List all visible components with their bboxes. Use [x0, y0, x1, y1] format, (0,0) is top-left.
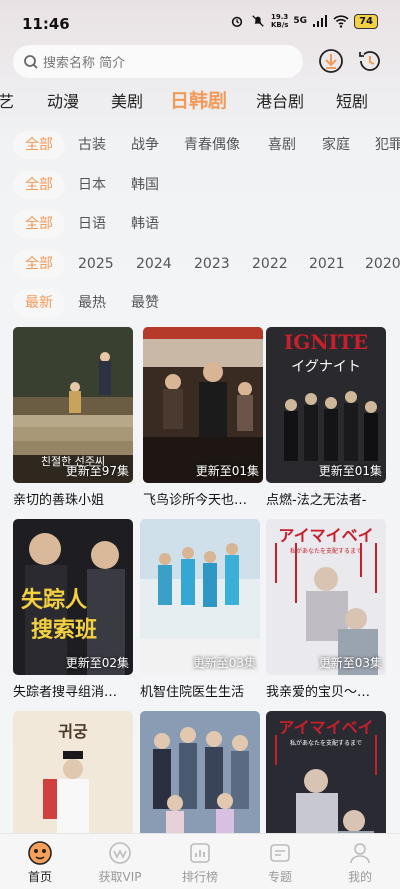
signal-label: 5G [293, 16, 308, 26]
svg-text:アイマイベイ: アイマイベイ [278, 526, 373, 545]
drama-card[interactable]: 失踪人 搜索班 更新至02集 失踪者搜寻组消… [13, 519, 133, 700]
poster-image: IGNITE イグナイト 更新至01集 [266, 327, 386, 483]
nav-label: 我的 [347, 870, 372, 884]
status-bar: 11:46 19.3 KB/s 5G 74 [0, 0, 400, 46]
net-speed: 19.3 KB/s [270, 13, 289, 29]
card-title: 我亲爱的宝贝～… [266, 685, 371, 700]
sort-chip-latest[interactable]: 最新 [13, 289, 65, 317]
language-filter-row: 全部 日语 韩语 [13, 210, 400, 238]
drama-card[interactable]: 更新至01集 飞鸟诊所今天也… [143, 327, 263, 508]
episode-badge: 更新至03集 [192, 656, 256, 670]
card-title: 点燃-法之无法者- [266, 493, 367, 508]
region-filter-row: 全部 日本 韩国 [13, 171, 400, 199]
svg-text:귀궁: 귀궁 [58, 722, 88, 741]
drama-card[interactable]: 更新至03集 机智住院医生生活 [140, 519, 260, 700]
sort-filter-row: 最新 最热 最赞 [13, 289, 400, 317]
tab-hk-tw-drama[interactable]: 港台剧 [256, 88, 304, 112]
genre-chip-all[interactable]: 全部 [13, 131, 65, 159]
region-chip[interactable]: 韩国 [131, 171, 159, 199]
download-icon[interactable] [317, 47, 345, 75]
wifi-icon [333, 15, 349, 28]
svg-text:私があなたを支配するまで: 私があなたを支配するまで [290, 739, 362, 747]
nav-label: 获取VIP [98, 870, 142, 884]
sort-chip-hot[interactable]: 最热 [78, 289, 106, 317]
history-icon[interactable] [356, 47, 384, 75]
drama-card[interactable]: アイマイベイ 私があなたを支配するまで 更新至03集 我亲爱的宝贝～… [266, 519, 386, 700]
svg-text:IGNITE: IGNITE [284, 330, 368, 354]
genre-chip[interactable]: 青春偶像 [184, 131, 240, 159]
tab-anime[interactable]: 动漫 [47, 88, 79, 112]
svg-text:私があなたを支配するまで: 私があなたを支配するまで [290, 547, 362, 555]
language-chip-all[interactable]: 全部 [13, 210, 65, 238]
nav-profile[interactable]: 我的 [320, 840, 400, 885]
language-chip[interactable]: 韩语 [131, 210, 159, 238]
region-chip[interactable]: 日本 [78, 171, 106, 199]
nav-label: 首页 [27, 870, 52, 884]
svg-text:イグナイト: イグナイト [291, 359, 361, 375]
year-chip[interactable]: 2023 [194, 250, 230, 278]
status-time: 11:46 [22, 15, 70, 33]
nav-label: 排行榜 [181, 870, 218, 884]
poster-image: アイマイベイ 私があなたを支配するまで 更新至03集 [266, 519, 386, 675]
signal-icon [313, 15, 328, 27]
drama-card[interactable]: IGNITE イグナイト 更新至01集 点燃-法之无法者- [266, 327, 386, 508]
language-chip[interactable]: 日语 [78, 210, 106, 238]
home-icon [28, 841, 52, 865]
category-tabs: 艺 动漫 美剧 日韩剧 港台剧 短剧 [0, 88, 400, 116]
episode-badge: 更新至01集 [195, 464, 259, 478]
ranking-icon [190, 843, 210, 863]
episode-badge: 更新至02集 [65, 656, 129, 670]
year-chip[interactable]: 2025 [78, 250, 114, 278]
nav-topic[interactable]: 专题 [240, 840, 320, 885]
episode-badge: 更新至03集 [318, 656, 382, 670]
region-chip-all[interactable]: 全部 [13, 171, 65, 199]
search-icon [24, 54, 38, 69]
tab-jp-kr-drama[interactable]: 日韩剧 [170, 88, 227, 113]
search-input[interactable]: 搜索名称 简介 [13, 45, 303, 78]
card-title: 飞鸟诊所今天也… [143, 493, 248, 508]
card-title: 失踪者搜寻组消… [13, 685, 118, 700]
alarm-icon [231, 16, 243, 28]
poster-image: 失踪人 搜索班 更新至02集 [13, 519, 133, 675]
tab-us-drama[interactable]: 美剧 [111, 88, 143, 112]
mute-icon [252, 15, 264, 27]
genre-chip[interactable]: 战争 [131, 131, 159, 159]
genre-chip[interactable]: 喜剧 [268, 131, 296, 159]
search-placeholder: 搜索名称 简介 [43, 56, 126, 71]
nav-ranking[interactable]: 排行榜 [160, 840, 240, 885]
tab-variety[interactable]: 艺 [0, 88, 14, 112]
genre-chip[interactable]: 古装 [78, 131, 106, 159]
card-title: 机智住院医生生活 [140, 685, 245, 700]
drama-card[interactable]: 친절한 선주씨 更新至97集 亲切的善珠小姐 [13, 327, 133, 508]
poster-image: 更新至03集 [140, 519, 260, 675]
card-title: 亲切的善珠小姐 [13, 493, 105, 508]
year-chip[interactable]: 2022 [252, 250, 288, 278]
episode-badge: 更新至01集 [318, 464, 382, 478]
year-chip-all[interactable]: 全部 [13, 250, 65, 278]
poster-image: 更新至01集 [143, 327, 263, 483]
nav-label: 专题 [267, 870, 292, 884]
year-chip[interactable]: 2020 [365, 250, 400, 278]
episode-badge: 更新至97集 [65, 464, 129, 478]
nav-vip[interactable]: 获取VIP [80, 840, 160, 885]
year-chip[interactable]: 2024 [136, 250, 172, 278]
svg-text:失踪人: 失踪人 [21, 587, 87, 613]
genre-filter-row: 全部 古装 战争 青春偶像 喜剧 家庭 犯罪 [13, 131, 400, 159]
tab-short-drama[interactable]: 短剧 [336, 88, 368, 112]
battery-indicator: 74 [354, 13, 378, 29]
bottom-nav: 首页 获取VIP 排行榜 专题 我的 [0, 833, 400, 889]
year-chip[interactable]: 2021 [309, 250, 345, 278]
year-filter-row: 全部 2025 2024 2023 2022 2021 2020 [13, 250, 400, 278]
poster-image: 친절한 선주씨 更新至97集 [13, 327, 133, 483]
svg-text:搜索班: 搜索班 [31, 618, 97, 643]
profile-icon [350, 843, 370, 864]
vip-icon [109, 842, 131, 864]
genre-chip[interactable]: 家庭 [322, 131, 350, 159]
genre-chip[interactable]: 犯罪 [375, 131, 400, 159]
svg-text:アイマイベイ: アイマイベイ [278, 718, 373, 737]
topic-icon [270, 844, 290, 862]
nav-home[interactable]: 首页 [0, 840, 80, 885]
status-icons: 19.3 KB/s 5G 74 [229, 13, 378, 29]
sort-chip-top-rated[interactable]: 最赞 [131, 289, 159, 317]
